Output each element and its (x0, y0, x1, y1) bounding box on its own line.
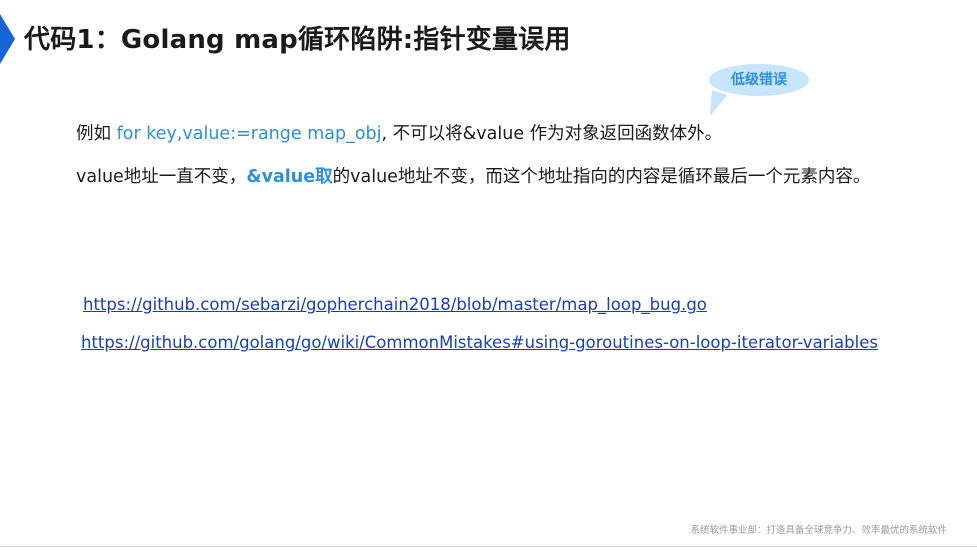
link-map-loop-bug[interactable]: https://github.com/sebarzi/gopherchain20… (83, 295, 707, 314)
footer-slogan: 系统软件事业部：打造具备全球竞争力、效率最优的系统软件 (690, 525, 947, 536)
paragraph-address-explanation: value地址一直不变，&value取的value地址不变，而这个地址指向的内容… (76, 163, 870, 188)
callout-bubble: 低级错误 (709, 64, 809, 96)
paragraph2-prefix: value地址一直不变， (76, 167, 247, 187)
paragraph2-suffix: 的value地址不变，而这个地址指向的内容是循环最后一个元素内容。 (332, 167, 871, 187)
link-common-mistakes[interactable]: https://github.com/golang/go/wiki/Common… (81, 333, 878, 352)
callout-bubble-tail (703, 90, 728, 120)
footer-divider (0, 546, 977, 547)
slide-title: 代码1：Golang map循环陷阱:指针变量误用 (24, 25, 571, 55)
paragraph2-emphasis: &value取 (246, 167, 333, 187)
callout-bubble-label: 低级错误 (731, 72, 787, 88)
paragraph-range-example: 例如 for key,value:=range map_obj, 不可以将&va… (76, 120, 722, 145)
slide: 代码1：Golang map循环陷阱:指针变量误用 低级错误 例如 for ke… (0, 0, 977, 550)
paragraph1-suffix: , 不可以将&value 作为对象返回函数体外。 (381, 124, 723, 144)
title-accent-arrow (0, 14, 15, 64)
paragraph1-code: for key,value:=range map_obj (116, 124, 382, 144)
paragraph1-prefix: 例如 (76, 124, 117, 144)
